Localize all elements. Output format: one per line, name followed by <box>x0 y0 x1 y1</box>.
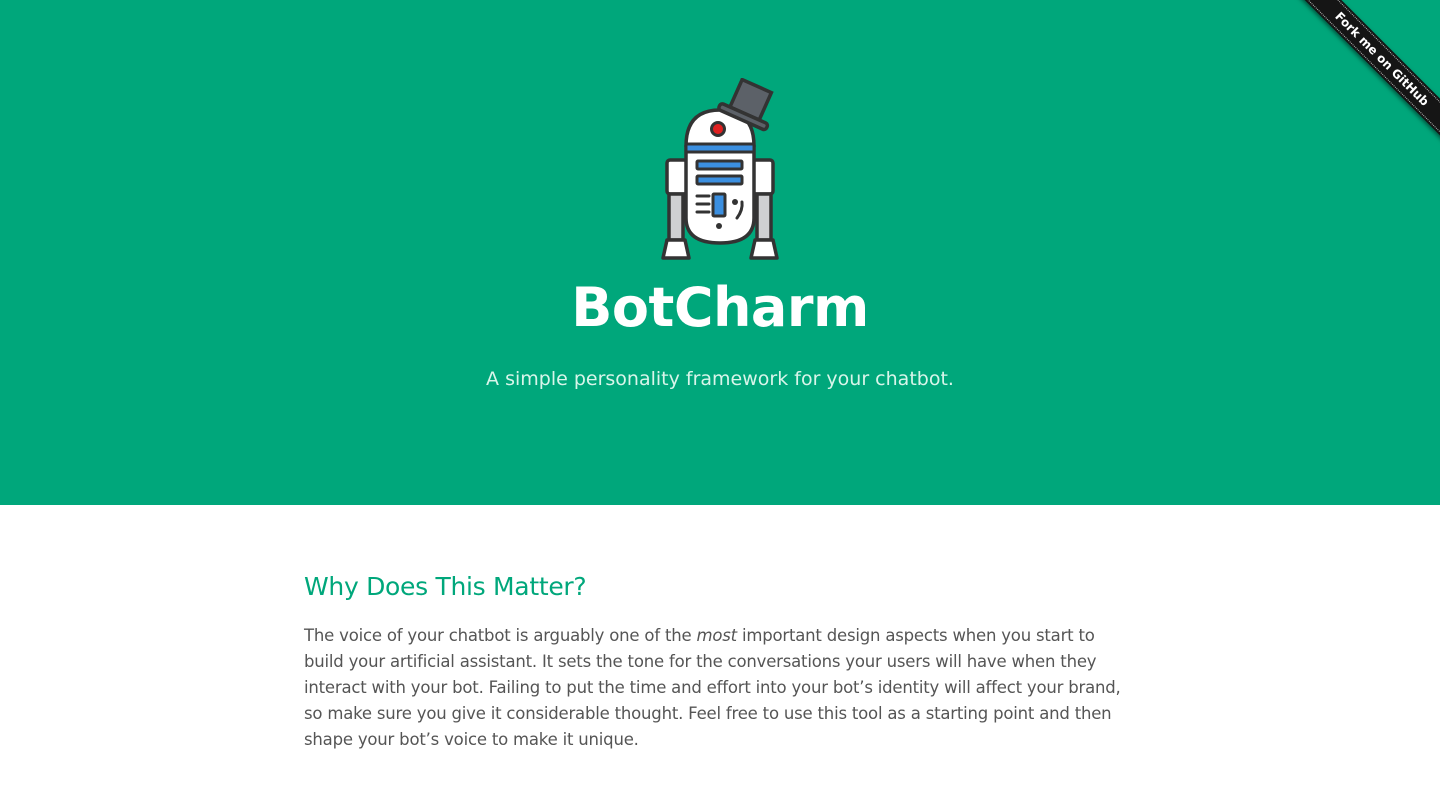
main-content: Why Does This Matter? The voice of your … <box>0 505 1440 792</box>
section-heading: Why Does This Matter? <box>304 572 587 601</box>
why-section: Why Does This Matter? The voice of your … <box>304 567 1134 753</box>
hero-banner: BotCharm A simple personality framework … <box>0 0 1440 505</box>
tagline: A simple personality framework for your … <box>486 368 954 390</box>
fork-on-github-ribbon[interactable]: Fork me on GitHub <box>1295 0 1440 146</box>
robot-with-top-hat-icon <box>661 78 779 260</box>
paragraph-text-start: The voice of your chatbot is arguably on… <box>304 626 697 645</box>
page-title: BotCharm <box>571 276 869 339</box>
paragraph-emphasis: most <box>696 626 738 645</box>
section-paragraph: The voice of your chatbot is arguably on… <box>304 623 1134 753</box>
